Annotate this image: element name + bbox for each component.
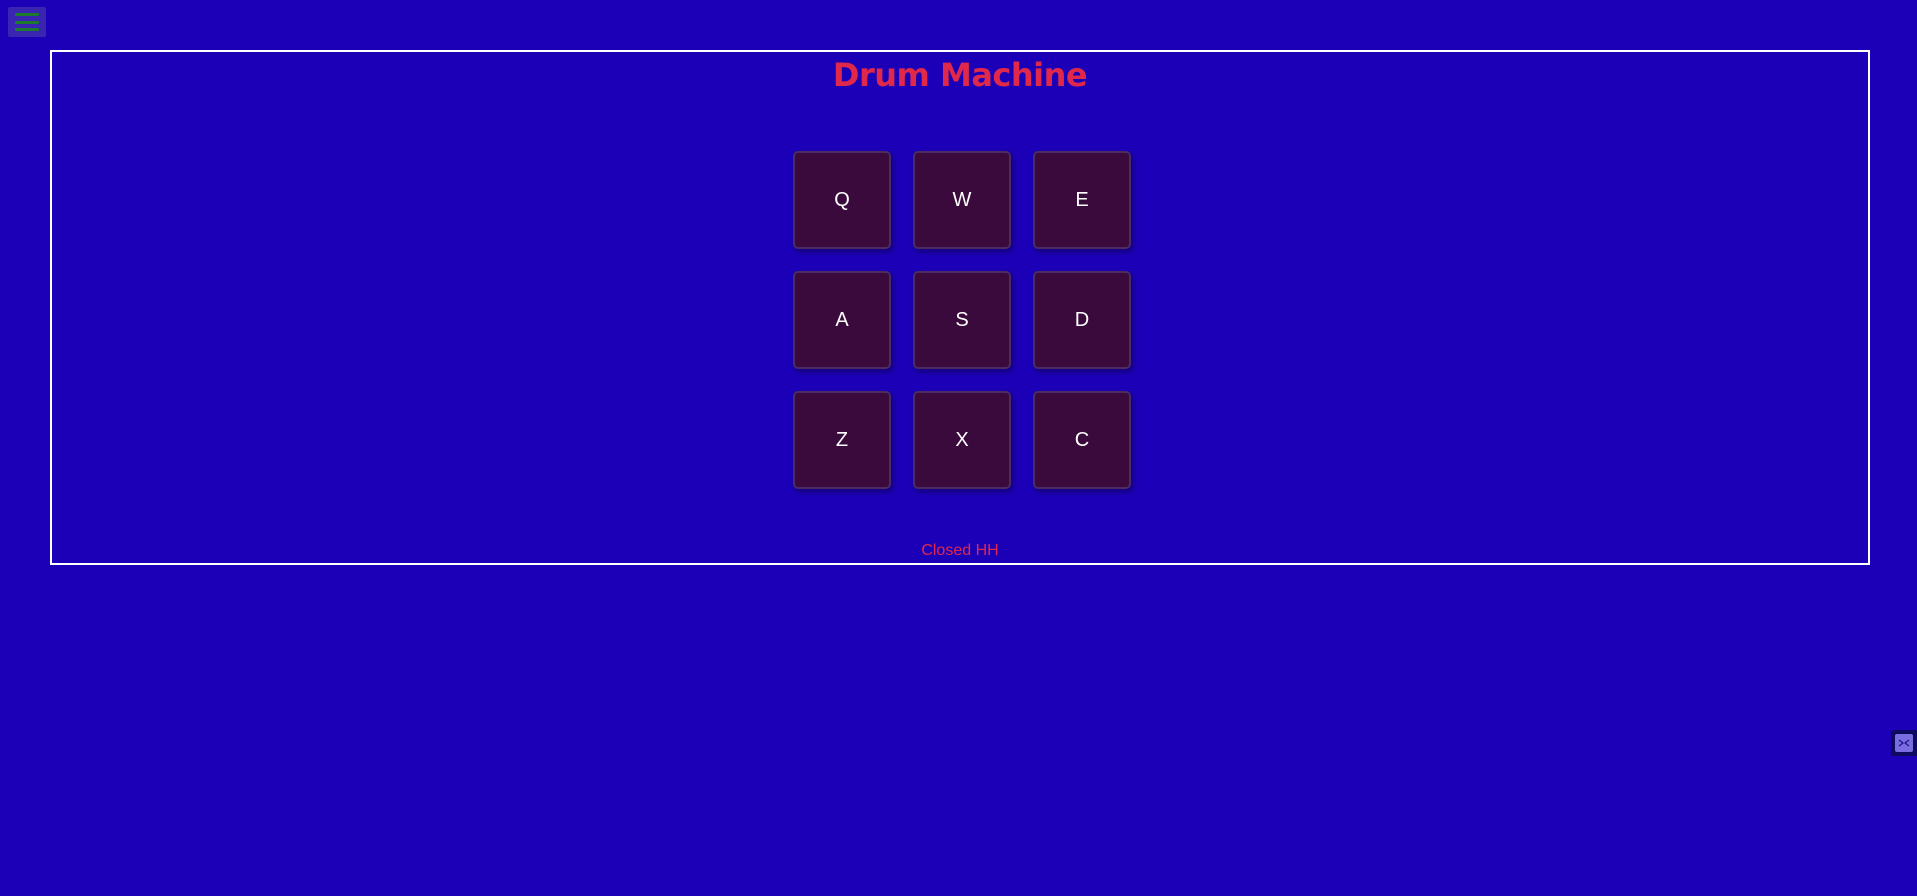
page-title: Drum Machine: [832, 56, 1088, 94]
menu-icon: [15, 13, 39, 16]
side-widget-button[interactable]: [1891, 730, 1917, 756]
drum-pad-w[interactable]: W: [913, 151, 1011, 249]
drum-machine: Drum Machine Q W E A S D Z X C Closed HH: [50, 50, 1870, 565]
menu-button[interactable]: [8, 7, 46, 37]
drum-pad-e[interactable]: E: [1033, 151, 1131, 249]
menu-icon-bar: [15, 28, 39, 31]
drum-pad-grid: Q W E A S D Z X C: [793, 151, 1133, 489]
drum-pad-x[interactable]: X: [913, 391, 1011, 489]
drum-pad-c[interactable]: C: [1033, 391, 1131, 489]
drum-pad-q[interactable]: Q: [793, 151, 891, 249]
drum-pad-d[interactable]: D: [1033, 271, 1131, 369]
drum-pad-s[interactable]: S: [913, 271, 1011, 369]
sound-display: Closed HH: [921, 542, 999, 559]
expand-icon: [1895, 734, 1913, 752]
drum-pad-z[interactable]: Z: [793, 391, 891, 489]
menu-icon-bar: [15, 20, 39, 24]
drum-pad-a[interactable]: A: [793, 271, 891, 369]
